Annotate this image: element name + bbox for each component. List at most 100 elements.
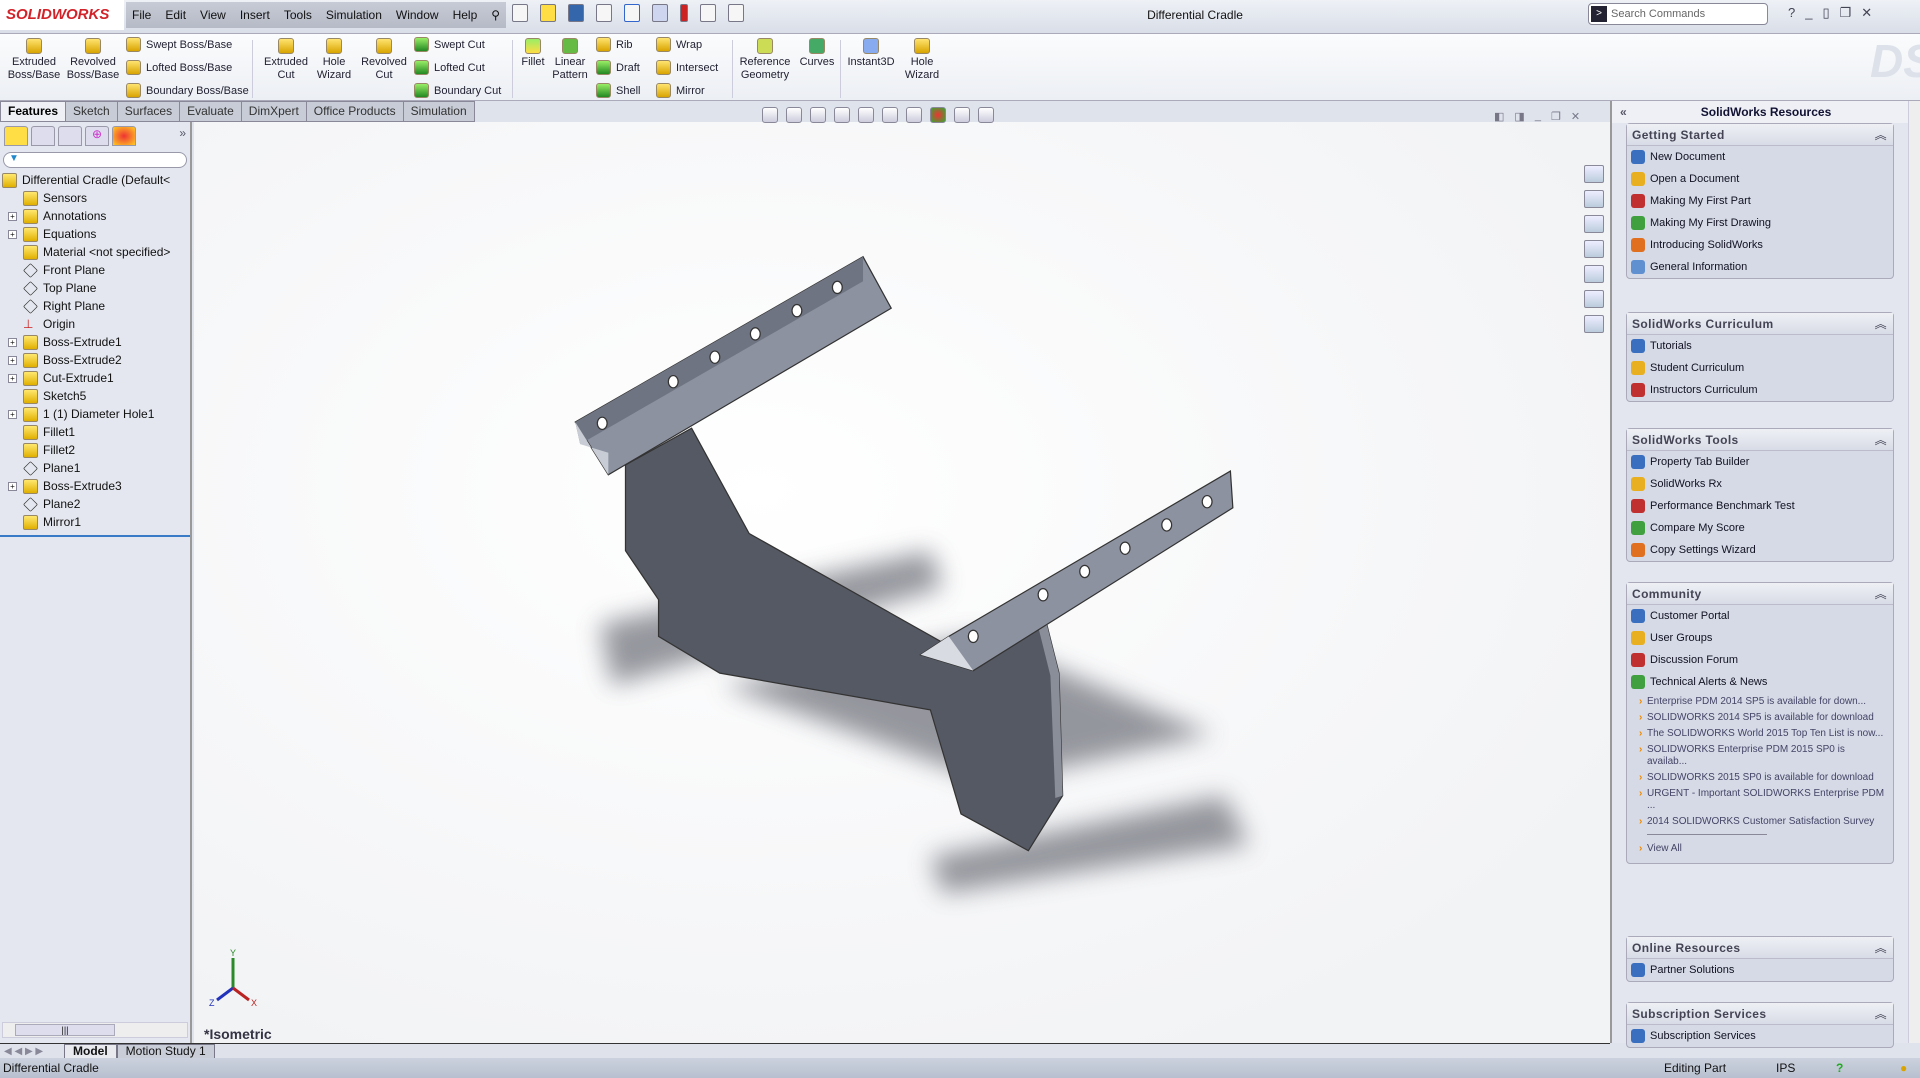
tab-features[interactable]: Features <box>0 101 67 122</box>
news-link[interactable]: SOLIDWORKS Enterprise PDM 2015 SP0 is av… <box>1627 744 1893 768</box>
news-link[interactable]: Enterprise PDM 2014 SP5 is available for… <box>1627 696 1893 708</box>
view-settings-icon[interactable] <box>978 107 994 123</box>
tree-item[interactable]: Right Plane <box>0 297 190 315</box>
resource-link[interactable]: Discussion Forum <box>1627 649 1893 671</box>
resource-link[interactable]: SolidWorks Rx <box>1627 473 1893 495</box>
tree-item[interactable]: ⊥ Origin <box>0 315 190 333</box>
tile-left-icon[interactable]: ◧ <box>1494 110 1504 123</box>
maximize-button[interactable]: ▯ <box>1822 5 1829 21</box>
revolved-boss-button[interactable]: Revolved Boss/Base <box>64 34 122 82</box>
collapse-icon[interactable]: ︽ <box>1875 583 1887 605</box>
tree-item[interactable]: Fillet2 <box>0 441 190 459</box>
intersect-button[interactable]: Intersect <box>656 60 718 75</box>
tree-item[interactable]: Material <not specified> <box>0 243 190 261</box>
edit-appearance-icon[interactable] <box>930 107 946 123</box>
resource-link[interactable]: Open a Document <box>1627 168 1893 190</box>
viewport-minimize-button[interactable]: _ <box>1535 110 1541 123</box>
section-header[interactable]: Subscription Services ︽ <box>1627 1003 1893 1025</box>
menu-edit[interactable]: Edit <box>165 8 186 22</box>
tile-right-icon[interactable]: ◨ <box>1514 110 1524 123</box>
section-header[interactable]: Online Resources ︽ <box>1627 937 1893 959</box>
new-document-icon[interactable] <box>512 4 528 22</box>
collapse-icon[interactable]: ︽ <box>1875 937 1887 959</box>
resource-link[interactable]: Compare My Score <box>1627 517 1893 539</box>
open-icon[interactable] <box>540 4 556 22</box>
resource-link[interactable]: Tutorials <box>1627 335 1893 357</box>
collapse-icon[interactable]: ︽ <box>1875 313 1887 335</box>
property-manager-tab-icon[interactable] <box>31 126 55 146</box>
section-header[interactable]: Getting Started ︽ <box>1627 124 1893 146</box>
menu-help[interactable]: Help <box>453 8 478 22</box>
tree-item[interactable]: Sensors <box>0 189 190 207</box>
fillet-button[interactable]: Fillet <box>518 34 548 69</box>
swept-cut-button[interactable]: Swept Cut <box>414 37 485 52</box>
tab-surfaces[interactable]: Surfaces <box>116 101 181 122</box>
zoom-to-fit-icon[interactable] <box>762 107 778 123</box>
tab-dimxpert[interactable]: DimXpert <box>240 101 307 122</box>
curves-button[interactable]: Curves <box>796 34 838 69</box>
close-button[interactable]: ✕ <box>1861 5 1872 21</box>
extruded-boss-button[interactable]: Extruded Boss/Base <box>6 34 62 82</box>
resource-link[interactable]: New Document <box>1627 146 1893 168</box>
options-icon[interactable] <box>728 4 744 22</box>
pin-icon[interactable]: ⚲ <box>491 8 500 22</box>
appearances-tab-icon[interactable] <box>1584 265 1604 283</box>
resource-link[interactable]: Making My First Drawing <box>1627 212 1893 234</box>
news-link[interactable]: The SOLIDWORKS World 2015 Top Ten List i… <box>1627 728 1893 740</box>
restore-button[interactable]: ❐ <box>1840 5 1852 21</box>
file-explorer-tab-icon[interactable] <box>1584 215 1604 233</box>
part-model[interactable] <box>192 122 1610 1043</box>
resource-link[interactable]: Making My First Part <box>1627 190 1893 212</box>
tab-motion-study-1[interactable]: Motion Study 1 <box>116 1043 215 1059</box>
tree-filter-input[interactable]: ▼ <box>3 152 187 168</box>
viewport-restore-button[interactable]: ❐ <box>1551 110 1561 123</box>
resource-link[interactable]: Copy Settings Wizard <box>1627 539 1893 561</box>
rebuild-icon[interactable] <box>680 4 688 22</box>
section-header[interactable]: SolidWorks Curriculum ︽ <box>1627 313 1893 335</box>
lofted-boss-button[interactable]: Lofted Boss/Base <box>126 60 232 75</box>
expand-icon[interactable]: + <box>8 337 17 347</box>
menu-window[interactable]: Window <box>396 8 439 22</box>
tab-office-products[interactable]: Office Products <box>305 101 404 122</box>
resource-link[interactable]: Student Curriculum <box>1627 357 1893 379</box>
reference-geometry-button[interactable]: Reference Geometry <box>736 34 794 82</box>
undo-icon[interactable] <box>624 4 640 22</box>
hide-show-items-icon[interactable] <box>906 107 922 123</box>
tree-item[interactable]: Plane1 <box>0 459 190 477</box>
help-icon[interactable]: ? <box>1788 5 1795 21</box>
tab-scroll-arrows[interactable]: ◀ ◀ ▶ ▶ <box>0 1046 64 1057</box>
custom-properties-tab-icon[interactable] <box>1584 290 1604 308</box>
tree-item[interactable]: Top Plane <box>0 279 190 297</box>
tree-item[interactable]: + Cut-Extrude1 <box>0 369 190 387</box>
news-link[interactable]: URGENT - Important SOLIDWORKS Enterprise… <box>1627 788 1893 812</box>
tree-item[interactable]: + Annotations <box>0 207 190 225</box>
tree-item[interactable]: + Equations <box>0 225 190 243</box>
forum-tab-icon[interactable] <box>1584 315 1604 333</box>
design-library-tab-icon[interactable] <box>1584 190 1604 208</box>
tree-item[interactable]: + Boss-Extrude2 <box>0 351 190 369</box>
display-manager-tab-icon[interactable] <box>112 126 136 146</box>
linear-pattern-button[interactable]: Linear Pattern <box>550 34 590 82</box>
section-view-icon[interactable] <box>834 107 850 123</box>
hole-wizard-button-2[interactable]: Hole Wizard <box>900 34 944 82</box>
tree-item[interactable]: Sketch5 <box>0 387 190 405</box>
file-properties-icon[interactable] <box>700 4 716 22</box>
expand-icon[interactable]: + <box>8 373 17 383</box>
tree-item[interactable]: + Boss-Extrude3 <box>0 477 190 495</box>
expand-icon[interactable]: + <box>8 355 17 365</box>
print-icon[interactable] <box>596 4 612 22</box>
resource-link[interactable]: Customer Portal <box>1627 605 1893 627</box>
wrap-button[interactable]: Wrap <box>656 37 702 52</box>
help-status-icon[interactable]: ? <box>1836 1058 1843 1078</box>
solidworks-logo[interactable]: SOLIDWORKS <box>0 0 124 30</box>
collapse-icon[interactable]: ︽ <box>1875 1003 1887 1025</box>
section-header[interactable]: Community ︽ <box>1627 583 1893 605</box>
mirror-button[interactable]: Mirror <box>656 83 705 98</box>
solidworks-resources-tab-icon[interactable] <box>1584 165 1604 183</box>
tree-item[interactable]: Front Plane <box>0 261 190 279</box>
menu-view[interactable]: View <box>200 8 226 22</box>
collapse-icon[interactable]: ︽ <box>1875 124 1887 146</box>
units-selector[interactable]: IPS <box>1776 1058 1795 1078</box>
menu-file[interactable]: File <box>132 8 151 22</box>
tab-evaluate[interactable]: Evaluate <box>179 101 242 122</box>
